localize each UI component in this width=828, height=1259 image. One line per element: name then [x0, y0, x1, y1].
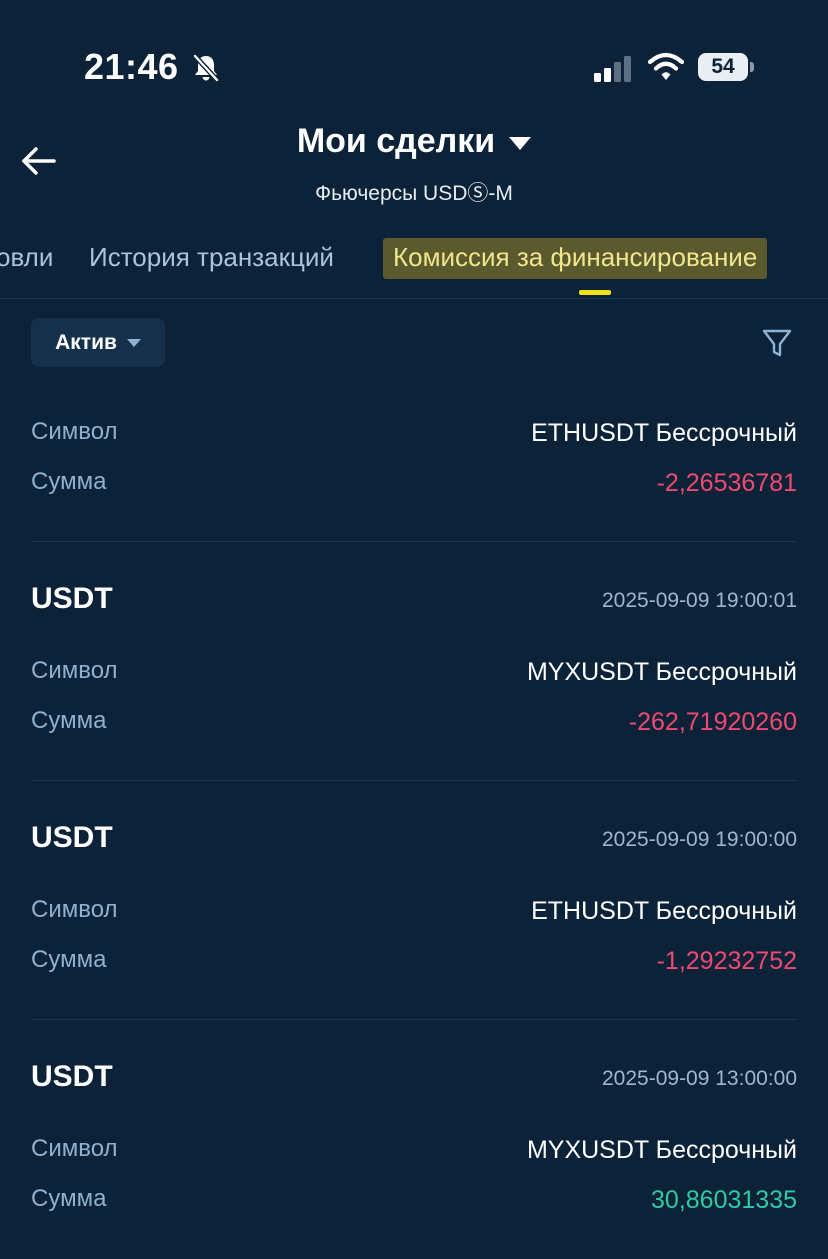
page-title-dropdown[interactable]: Мои сделки	[296, 122, 532, 161]
caret-down-icon	[126, 338, 141, 347]
divider	[31, 780, 797, 781]
tab-partial[interactable]: овли	[0, 242, 53, 273]
divider	[31, 541, 797, 542]
datetime: 2025-09-09 13:00:00	[602, 1067, 797, 1090]
page: 21:46 54 Мои сделки Фьючерсы USDⓈ-M овли…	[0, 0, 828, 1259]
divider	[31, 1019, 797, 1020]
symbol-label: Символ	[31, 1135, 118, 1162]
status-time: 21:46	[84, 46, 179, 87]
status-bar: 21:46 54	[0, 0, 828, 110]
list-item: USDT 2025-09-09 19:00:00 Символ ETHUSDT …	[31, 821, 797, 981]
amount-label: Сумма	[31, 468, 107, 495]
page-title: Мои сделки	[296, 122, 496, 160]
asset-filter-dropdown[interactable]: Актив	[31, 318, 165, 367]
battery-icon: 54	[698, 53, 756, 81]
tab-funding-fee[interactable]: Комиссия за финансирование	[383, 238, 768, 279]
amount-label: Сумма	[31, 1185, 107, 1212]
title-wrap: Мои сделки	[0, 122, 828, 161]
cellular-signal-icon	[594, 56, 631, 82]
amount-label: Сумма	[31, 707, 107, 734]
symbol-value: MYXUSDT Бессрочный	[526, 658, 797, 686]
datetime: 2025-09-09 19:00:00	[602, 828, 797, 851]
page-subtitle: Фьючерсы USDⓈ-M	[315, 182, 513, 205]
bell-off-icon	[193, 54, 219, 82]
currency: USDT	[31, 821, 113, 854]
amount-value: -262,71920260	[628, 708, 797, 736]
battery-tip	[750, 62, 754, 72]
wifi-icon	[648, 52, 684, 80]
currency: USDT	[31, 1060, 113, 1093]
symbol-value: ETHUSDT Бессрочный	[531, 897, 797, 925]
symbol-label: Символ	[31, 896, 118, 923]
tab-bar: овли История транзакций Комиссия за фина…	[0, 232, 828, 299]
symbol-value: MYXUSDT Бессрочный	[526, 1136, 797, 1164]
symbol-label: Символ	[31, 657, 118, 684]
amount-value: -2,26536781	[656, 469, 797, 497]
amount-value: -1,29232752	[656, 947, 797, 975]
list-item: USDT 2025-09-09 19:00:01 Символ MYXUSDT …	[31, 582, 797, 742]
amount-label: Сумма	[31, 946, 107, 973]
caret-down-icon	[509, 137, 532, 150]
asset-filter-label: Актив	[55, 330, 117, 354]
battery-level: 54	[698, 53, 748, 81]
active-tab-indicator	[579, 290, 611, 295]
amount-value: 30,86031335	[651, 1186, 797, 1214]
list-item: Символ ETHUSDT Бессрочный Сумма -2,26536…	[31, 418, 797, 508]
list-item: USDT 2025-09-09 13:00:00 Символ MYXUSDT …	[31, 1060, 797, 1220]
tab-transaction-history[interactable]: История транзакций	[89, 242, 334, 273]
symbol-value: ETHUSDT Бессрочный	[531, 419, 797, 447]
filter-icon[interactable]	[760, 326, 794, 360]
currency: USDT	[31, 582, 113, 615]
symbol-label: Символ	[31, 418, 118, 445]
datetime: 2025-09-09 19:00:01	[602, 589, 797, 612]
